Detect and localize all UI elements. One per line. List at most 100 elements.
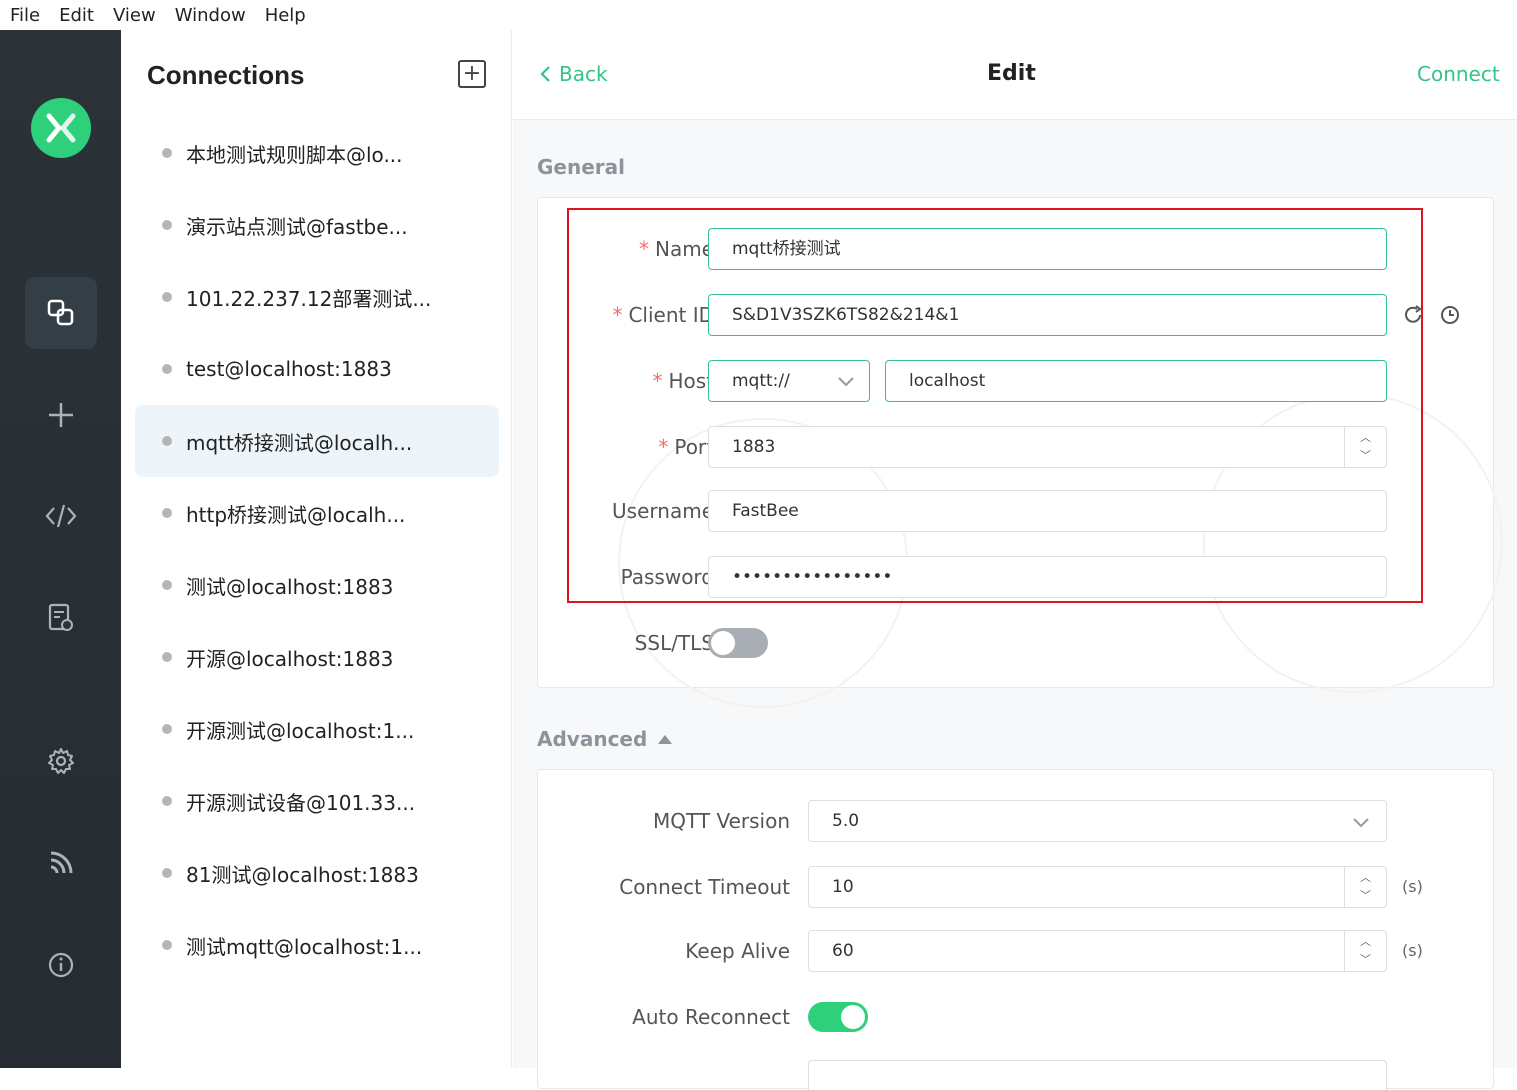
connection-item[interactable]: mqtt桥接测试@localh... — [135, 405, 499, 477]
nav-connections[interactable] — [25, 277, 97, 349]
port-value: 1883 — [732, 437, 776, 457]
connection-label: mqtt桥接测试@localh... — [186, 430, 413, 455]
username-label: Username — [612, 499, 714, 523]
menu-edit[interactable]: Edit — [59, 5, 94, 26]
add-connection-button[interactable]: + — [458, 60, 486, 88]
nav-subscriptions[interactable] — [25, 827, 97, 899]
connection-item[interactable]: 测试@localhost:1883 — [135, 549, 499, 621]
nav-settings[interactable] — [25, 725, 97, 797]
nav-log[interactable] — [25, 582, 97, 654]
app-logo — [31, 98, 91, 158]
code-icon — [45, 504, 77, 528]
mqtt-version-select[interactable]: 5.0 — [808, 800, 1387, 842]
connection-label: 演示站点测试@fastbe... — [186, 214, 408, 239]
chevron-up-icon[interactable]: ︿ — [1360, 869, 1371, 887]
host-input[interactable]: localhost — [885, 360, 1387, 402]
password-label: Password — [620, 565, 714, 589]
nav-script[interactable] — [25, 480, 97, 552]
back-button[interactable]: Back — [539, 62, 608, 86]
menu-view[interactable]: View — [113, 5, 156, 26]
edit-panel: Back Edit Connect General * Name mqtt桥接测试… — [513, 30, 1517, 1090]
auto-reconnect-row: Auto Reconnect — [538, 996, 1493, 1038]
refresh-icon[interactable] — [1402, 304, 1424, 326]
nav-about[interactable] — [25, 929, 97, 1001]
auto-reconnect-toggle[interactable] — [808, 1002, 868, 1032]
connection-item[interactable]: 本地测试规则脚本@lo... — [135, 117, 499, 189]
connect-timeout-value: 10 — [832, 877, 854, 897]
connect-timeout-label: Connect Timeout — [619, 875, 790, 899]
status-dot — [162, 580, 172, 590]
mqttx-logo-icon — [46, 113, 76, 143]
keep-alive-label: Keep Alive — [685, 939, 790, 963]
menu-bar: File Edit View Window Help — [0, 0, 1517, 30]
connect-timeout-stepper[interactable]: ︿ ﹀ — [1344, 867, 1386, 907]
gear-icon — [48, 748, 74, 774]
connection-item[interactable]: 演示站点测试@fastbe... — [135, 189, 499, 261]
connection-item[interactable]: test@localhost:1883 — [135, 333, 499, 405]
protocol-value: mqtt:// — [732, 371, 790, 391]
ssl-toggle[interactable] — [708, 628, 768, 658]
chevron-left-icon — [540, 66, 550, 82]
chevron-down-icon[interactable]: ﹀ — [1360, 447, 1371, 465]
username-input[interactable]: FastBee — [708, 490, 1387, 532]
client-id-input[interactable]: S&D1V3SZK6TS82&214&1 — [708, 294, 1387, 336]
menu-help[interactable]: Help — [265, 5, 306, 26]
connection-item[interactable]: 81测试@localhost:1883 — [135, 837, 499, 909]
caret-up-icon — [658, 735, 673, 744]
next-field-input[interactable] — [808, 1060, 1387, 1090]
connection-label: 开源测试@localhost:1... — [186, 718, 415, 743]
keep-alive-stepper[interactable]: ︿ ﹀ — [1344, 931, 1386, 971]
nav-rail — [0, 30, 121, 1068]
connection-item[interactable]: http桥接测试@localh... — [135, 477, 499, 549]
connections-title: Connections — [147, 60, 305, 90]
info-icon — [48, 952, 74, 978]
auto-reconnect-label: Auto Reconnect — [632, 1005, 790, 1029]
unit-seconds: (s) — [1402, 941, 1423, 960]
plus-icon — [49, 403, 73, 427]
port-stepper[interactable]: ︿ ﹀ — [1344, 427, 1386, 467]
connect-button[interactable]: Connect — [1417, 62, 1500, 86]
ssl-row: SSL/TLS — [538, 622, 1493, 664]
connection-item[interactable]: 开源测试@localhost:1... — [135, 693, 499, 765]
general-card: * Name mqtt桥接测试 * Client ID S&D1V3SZK6TS82… — [537, 197, 1503, 708]
menu-window[interactable]: Window — [175, 5, 246, 26]
plus-icon: + — [462, 61, 482, 86]
chevron-up-icon[interactable]: ︿ — [1360, 429, 1371, 447]
host-row: * Host mqtt:// localhost — [538, 360, 1493, 402]
connect-timeout-input[interactable]: 10 ︿ ﹀ — [808, 866, 1387, 908]
connections-panel: Connections + 本地测试规则脚本@lo... 演示站点测试@fastb… — [121, 30, 512, 1068]
password-input[interactable]: •••••••••••••••• — [708, 556, 1387, 598]
name-input[interactable]: mqtt桥接测试 — [708, 228, 1387, 270]
connection-label: 81测试@localhost:1883 — [186, 862, 419, 887]
back-label: Back — [559, 62, 608, 86]
status-dot — [162, 292, 172, 302]
connection-item[interactable]: 开源测试设备@101.33... — [135, 765, 499, 837]
connection-label: test@localhost:1883 — [186, 357, 392, 381]
chevron-up-icon[interactable]: ︿ — [1360, 933, 1371, 951]
status-dot — [162, 148, 172, 158]
ssl-label: SSL/TLS — [634, 631, 714, 655]
connection-item[interactable]: 测试mqtt@localhost:1... — [135, 909, 499, 981]
connection-item[interactable]: 开源@localhost:1883 — [135, 621, 499, 693]
status-dot — [162, 724, 172, 734]
connection-label: 开源测试设备@101.33... — [186, 790, 416, 815]
keep-alive-input[interactable]: 60 ︿ ﹀ — [808, 930, 1387, 972]
connection-item[interactable]: 101.22.237.12部署测试... — [135, 261, 499, 333]
chevron-down-icon[interactable]: ﹀ — [1360, 887, 1371, 905]
nav-new-connection[interactable] — [25, 379, 97, 451]
menu-file[interactable]: File — [10, 5, 40, 26]
advanced-section-title[interactable]: Advanced — [537, 727, 673, 751]
client-id-row: * Client ID S&D1V3SZK6TS82&214&1 — [538, 294, 1493, 336]
clock-icon[interactable] — [1439, 304, 1461, 326]
status-dot — [162, 652, 172, 662]
keep-alive-value: 60 — [832, 941, 854, 961]
keep-alive-row: Keep Alive 60 ︿ ﹀ (s) — [538, 930, 1493, 972]
chevron-down-icon[interactable]: ﹀ — [1360, 951, 1371, 969]
protocol-select[interactable]: mqtt:// — [708, 360, 870, 402]
status-dot — [162, 508, 172, 518]
status-dot — [162, 868, 172, 878]
port-input[interactable]: 1883 ︿ ﹀ — [708, 426, 1387, 468]
chevron-down-icon — [838, 377, 854, 387]
page-title: Edit — [987, 61, 1036, 86]
status-dot — [162, 220, 172, 230]
